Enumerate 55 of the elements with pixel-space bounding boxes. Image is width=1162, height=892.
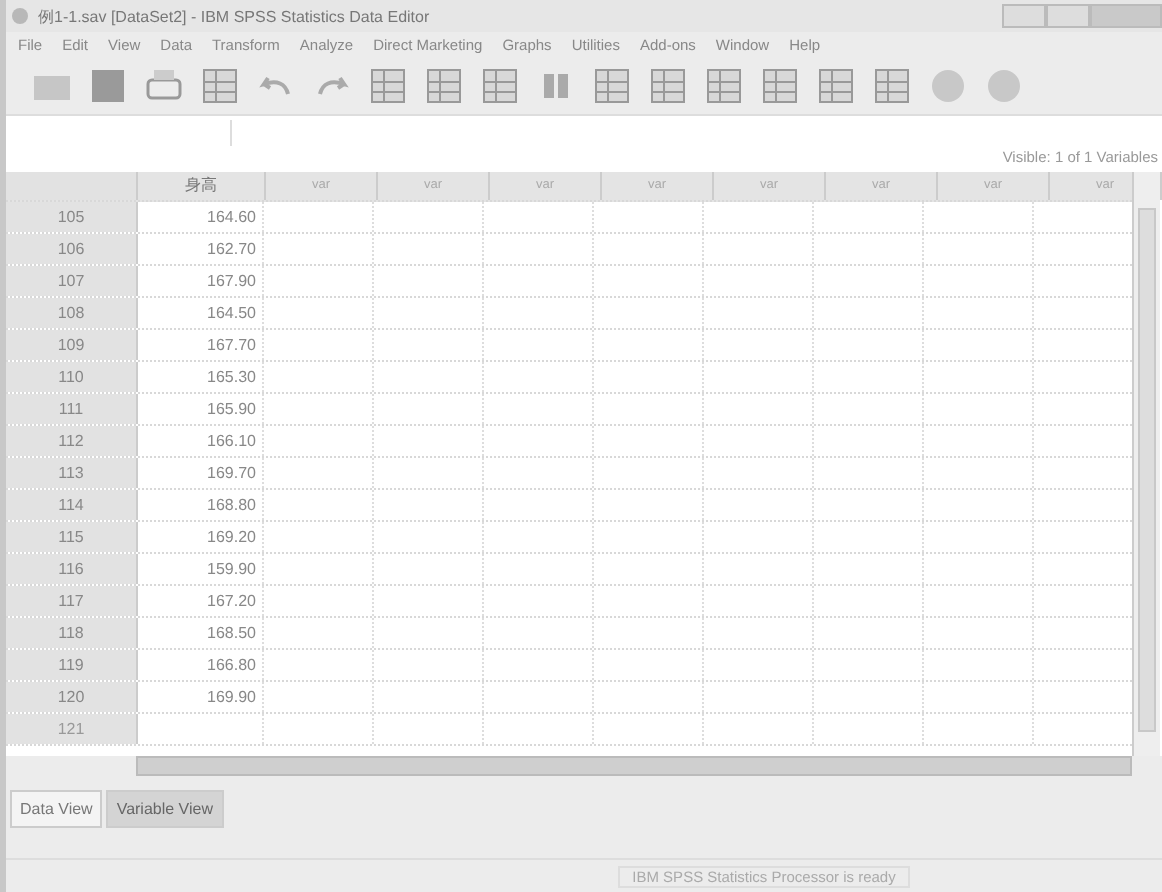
- vertical-scrollbar[interactable]: [1132, 172, 1160, 756]
- view-tab[interactable]: Variable View: [106, 789, 224, 827]
- table-cell: 168.80: [138, 490, 264, 520]
- grid-icon[interactable]: [814, 64, 858, 108]
- minimize-button[interactable]: [1002, 4, 1046, 28]
- table-cell: 167.70: [138, 330, 264, 360]
- row-number[interactable]: 118: [6, 618, 138, 648]
- row-number[interactable]: 113: [6, 458, 138, 488]
- row-number[interactable]: 106: [6, 234, 138, 264]
- grid-icon[interactable]: [366, 64, 410, 108]
- column-header[interactable]: 身高: [138, 172, 266, 200]
- row-number[interactable]: 114: [6, 490, 138, 520]
- row-number[interactable]: 116: [6, 554, 138, 584]
- grid-icon[interactable]: [590, 64, 634, 108]
- table-cell: 169.90: [138, 682, 264, 712]
- view-tab[interactable]: Data View: [10, 789, 103, 827]
- table-cell: 159.90: [138, 554, 264, 584]
- table-cell: 165.90: [138, 394, 264, 424]
- table-cell: 165.30: [138, 362, 264, 392]
- table-cell: 164.60: [138, 202, 264, 232]
- maximize-button[interactable]: [1046, 4, 1090, 28]
- table-cell: 164.50: [138, 298, 264, 328]
- row-number[interactable]: 109: [6, 330, 138, 360]
- circle-icon[interactable]: [982, 64, 1026, 108]
- table-cell: 167.90: [138, 266, 264, 296]
- table-cell: 166.80: [138, 650, 264, 680]
- save-icon[interactable]: [86, 64, 130, 108]
- grid-icon[interactable]: [870, 64, 914, 108]
- grid-icon[interactable]: [422, 64, 466, 108]
- row-number[interactable]: 112: [6, 426, 138, 456]
- table-cell: 168.50: [138, 618, 264, 648]
- table-cell: 169.20: [138, 522, 264, 552]
- table-cell: 166.10: [138, 426, 264, 456]
- table-cell: 162.70: [138, 234, 264, 264]
- table-cell: 167.20: [138, 586, 264, 616]
- row-number[interactable]: 108: [6, 298, 138, 328]
- row-number[interactable]: 110: [6, 362, 138, 392]
- row-number[interactable]: 117: [6, 586, 138, 616]
- row-number[interactable]: 120: [6, 682, 138, 712]
- window-title: 例1-1.sav [DataSet2] - IBM SPSS Statistics Data Editor: [38, 5, 430, 27]
- grid-icon[interactable]: [702, 64, 746, 108]
- table-cell: 169.70: [138, 458, 264, 488]
- row-number[interactable]: 105: [6, 202, 138, 232]
- grid-icon[interactable]: [478, 64, 522, 108]
- circle-icon[interactable]: [926, 64, 970, 108]
- row-number[interactable]: 121: [6, 714, 138, 744]
- app-icon: [10, 6, 30, 26]
- grid-icon[interactable]: [198, 64, 242, 108]
- row-number[interactable]: 115: [6, 522, 138, 552]
- row-number[interactable]: 119: [6, 650, 138, 680]
- grid-icon[interactable]: [758, 64, 802, 108]
- row-number[interactable]: 111: [6, 394, 138, 424]
- horizontal-scrollbar[interactable]: [136, 756, 1132, 776]
- row-number[interactable]: 107: [6, 266, 138, 296]
- grid-icon[interactable]: [646, 64, 690, 108]
